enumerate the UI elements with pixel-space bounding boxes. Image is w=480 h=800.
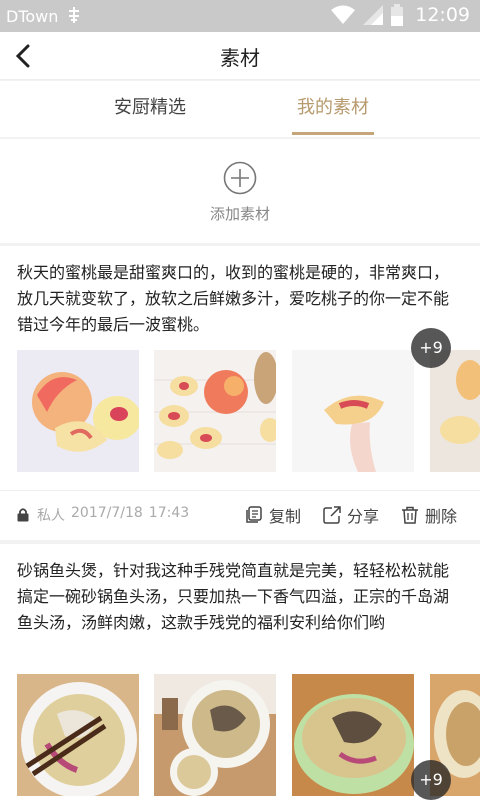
peach-photo-2[interactable] bbox=[154, 350, 276, 472]
more-images-badge[interactable]: +9 bbox=[411, 760, 451, 800]
signal-extra-icon bbox=[69, 7, 79, 23]
cell-signal-icon bbox=[363, 5, 384, 25]
post-time: 17:43 bbox=[148, 505, 190, 521]
material-card: 砂锅鱼头煲，针对我这种手残党简直就是完美，轻轻松松就能搞定一碗砂锅鱼头汤，只要加… bbox=[0, 544, 480, 800]
clock: 12:09 bbox=[415, 4, 470, 26]
privacy-label: 私人 bbox=[37, 508, 65, 524]
tab-bar: 安厨精选 我的素材 bbox=[0, 81, 480, 137]
post-meta-bar: 私人 2017/7/18 17:43 复制 分享 删除 bbox=[0, 490, 480, 540]
fish-soup-photo-1[interactable] bbox=[17, 674, 139, 796]
add-circle-icon[interactable] bbox=[223, 161, 257, 195]
copy-label: 复制 bbox=[269, 507, 302, 526]
delete-label: 删除 bbox=[425, 507, 458, 526]
copy-icon bbox=[246, 506, 262, 523]
nav-bar: 素材 bbox=[0, 32, 480, 80]
lock-icon bbox=[17, 508, 29, 522]
tab-featured[interactable]: 安厨精选 bbox=[90, 81, 210, 137]
more-images-badge[interactable]: +9 bbox=[411, 328, 451, 368]
share-label: 分享 bbox=[347, 507, 380, 526]
share-icon bbox=[323, 506, 341, 524]
tab-my-materials[interactable]: 我的素材 bbox=[292, 81, 374, 137]
peach-photo-1[interactable] bbox=[17, 350, 139, 472]
battery-icon bbox=[391, 4, 404, 26]
delete-button[interactable]: 删除 bbox=[401, 503, 457, 527]
fish-soup-photo-3[interactable] bbox=[292, 674, 414, 796]
trash-icon bbox=[402, 506, 418, 524]
post-text: 砂锅鱼头煲，针对我这种手残党简直就是完美，轻轻松松就能搞定一碗砂锅鱼头汤，只要加… bbox=[17, 561, 450, 632]
page-title: 素材 bbox=[220, 46, 260, 70]
share-button[interactable]: 分享 bbox=[323, 503, 379, 527]
status-bar: DTown 12:09 bbox=[0, 0, 480, 32]
post-info: 私人 2017/7/18 17:43 bbox=[37, 505, 189, 525]
material-card: 秋天的蜜桃最是甜蜜爽口的，收到的蜜桃是硬的，非常爽口，放几天就变软了，放软之后鲜… bbox=[0, 246, 480, 540]
post-date: 2017/7/18 bbox=[71, 505, 143, 521]
add-material-label: 添加素材 bbox=[209, 205, 270, 223]
wifi-icon bbox=[331, 5, 356, 24]
post-text: 秋天的蜜桃最是甜蜜爽口的，收到的蜜桃是硬的，非常爽口，放几天就变软了，放软之后鲜… bbox=[17, 263, 450, 334]
add-material-button[interactable]: 添加素材 bbox=[0, 139, 480, 243]
fish-soup-photo-2[interactable] bbox=[154, 674, 276, 796]
peach-photo-4[interactable] bbox=[430, 350, 480, 472]
carrier-label: DTown bbox=[6, 7, 59, 26]
peach-photo-3[interactable] bbox=[292, 350, 414, 472]
copy-button[interactable]: 复制 bbox=[245, 503, 301, 527]
